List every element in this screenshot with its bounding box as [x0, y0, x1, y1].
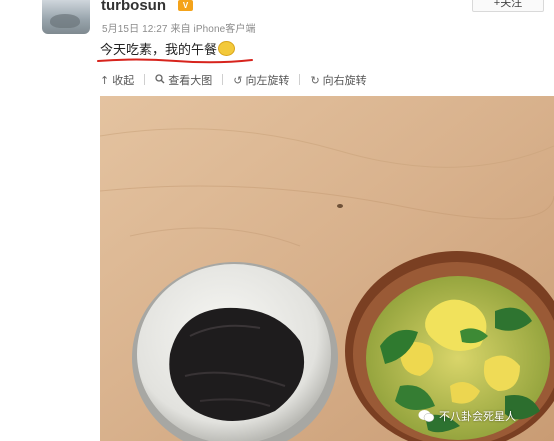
- lunch-photo-image: [100, 96, 554, 441]
- rotate-right-label: 向右旋转: [322, 74, 367, 87]
- watermark: 不八卦会死星人: [418, 408, 516, 424]
- smile-emoji-icon: [218, 41, 236, 56]
- collapse-icon: ↑: [100, 73, 110, 87]
- rotate-left-label: 向左旋转: [245, 74, 290, 87]
- wechat-icon: [418, 409, 435, 423]
- collapse-button[interactable]: ↑ 收起: [100, 73, 135, 88]
- follow-button[interactable]: +关注: [472, 0, 544, 12]
- red-underline-annotation: [97, 58, 253, 64]
- collapse-label: 收起: [112, 74, 135, 87]
- rotate-left-button[interactable]: ↺ 向左旋转: [233, 73, 290, 88]
- rotate-right-icon: ↻: [310, 73, 320, 87]
- toolbar-divider: [144, 74, 146, 85]
- image-toolbar: ↑ 收起 查看大图 ↺ 向左旋转 ↻ 向右旋转: [100, 73, 367, 88]
- vip-badge-icon: V: [178, 0, 193, 11]
- rotate-right-button[interactable]: ↻ 向右旋转: [310, 73, 367, 88]
- view-large-label: 查看大图: [168, 74, 213, 87]
- toolbar-divider: [299, 74, 301, 85]
- avatar[interactable]: [42, 0, 90, 34]
- username[interactable]: turbosun: [101, 0, 166, 14]
- watermark-text: 不八卦会死星人: [439, 410, 516, 423]
- toolbar-divider: [222, 74, 224, 85]
- post-photo[interactable]: [100, 96, 554, 441]
- post-meta: 5月15日 12:27 来自 iPhone客户端: [102, 24, 256, 35]
- view-large-button[interactable]: 查看大图: [155, 73, 212, 87]
- zoom-icon: [155, 73, 165, 87]
- rotate-left-icon: ↺: [233, 73, 243, 87]
